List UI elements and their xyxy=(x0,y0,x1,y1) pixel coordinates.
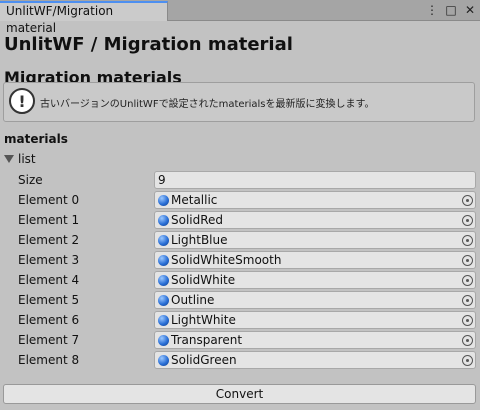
window-tab-bar: UnlitWF/Migration material ⋮ □ ✕ xyxy=(0,0,480,35)
help-box: ! 古いバージョンのUnlitWFで設定されたmaterialsを最新版に変換し… xyxy=(3,82,475,122)
material-object-field[interactable]: SolidRed xyxy=(154,211,476,229)
object-picker-icon[interactable] xyxy=(462,235,473,246)
size-label: Size xyxy=(18,173,43,187)
element-label: Element 6 xyxy=(18,313,80,327)
window-tab[interactable]: UnlitWF/Migration material xyxy=(0,1,168,35)
element-label: Element 7 xyxy=(18,333,80,347)
object-picker-icon[interactable] xyxy=(462,335,473,346)
maximize-icon[interactable]: □ xyxy=(445,3,457,17)
material-icon xyxy=(158,195,169,206)
object-picker-icon[interactable] xyxy=(462,215,473,226)
material-object-field[interactable]: Metallic xyxy=(154,191,476,209)
material-name: LightWhite xyxy=(171,313,236,327)
object-picker-icon[interactable] xyxy=(462,355,473,366)
foldout-arrow-icon[interactable] xyxy=(4,155,14,163)
element-label: Element 1 xyxy=(18,213,80,227)
material-icon xyxy=(158,275,169,286)
material-icon xyxy=(158,215,169,226)
convert-button[interactable]: Convert xyxy=(3,384,476,404)
material-icon xyxy=(158,335,169,346)
material-name: Outline xyxy=(171,293,215,307)
object-picker-icon[interactable] xyxy=(462,295,473,306)
element-label: Element 5 xyxy=(18,293,80,307)
element-row: Element 4 SolidWhite xyxy=(0,270,480,290)
material-object-field[interactable]: SolidWhiteSmooth xyxy=(154,251,476,269)
list-foldout[interactable]: list xyxy=(4,152,36,166)
size-value: 9 xyxy=(158,173,166,187)
material-name: LightBlue xyxy=(171,233,228,247)
material-name: Metallic xyxy=(171,193,218,207)
element-label: Element 4 xyxy=(18,273,80,287)
object-picker-icon[interactable] xyxy=(462,255,473,266)
material-name: SolidWhiteSmooth xyxy=(171,253,282,267)
material-name: SolidRed xyxy=(171,213,224,227)
material-object-field[interactable]: Outline xyxy=(154,291,476,309)
menu-icon[interactable]: ⋮ xyxy=(426,3,438,17)
material-icon xyxy=(158,235,169,246)
object-picker-icon[interactable] xyxy=(462,315,473,326)
material-object-field[interactable]: Transparent xyxy=(154,331,476,349)
element-row: Element 5 Outline xyxy=(0,290,480,310)
inspector-content: UnlitWF / Migration material Migration m… xyxy=(0,22,480,410)
element-row: Element 0 Metallic xyxy=(0,190,480,210)
window-controls: ⋮ □ ✕ xyxy=(426,2,476,18)
page-title: UnlitWF / Migration material xyxy=(4,34,293,55)
element-label: Element 3 xyxy=(18,253,80,267)
material-icon xyxy=(158,315,169,326)
material-object-field[interactable]: SolidGreen xyxy=(154,351,476,369)
element-row: Element 6 LightWhite xyxy=(0,310,480,330)
help-text: 古いバージョンのUnlitWFで設定されたmaterialsを最新版に変換します… xyxy=(40,99,375,110)
element-row: Element 3 SolidWhiteSmooth xyxy=(0,250,480,270)
materials-label: materials xyxy=(4,132,68,146)
element-row: Element 1 SolidRed xyxy=(0,210,480,230)
size-row: Size 9 xyxy=(0,170,480,190)
material-object-field[interactable]: SolidWhite xyxy=(154,271,476,289)
material-icon xyxy=(158,355,169,366)
element-row: Element 7 Transparent xyxy=(0,330,480,350)
material-icon xyxy=(158,295,169,306)
object-picker-icon[interactable] xyxy=(462,195,473,206)
close-icon[interactable]: ✕ xyxy=(464,3,476,17)
element-row: Element 2 LightBlue xyxy=(0,230,480,250)
element-label: Element 0 xyxy=(18,193,80,207)
element-row: Element 8 SolidGreen xyxy=(0,350,480,370)
element-label: Element 2 xyxy=(18,233,80,247)
material-object-field[interactable]: LightBlue xyxy=(154,231,476,249)
material-name: Transparent xyxy=(171,333,243,347)
material-object-field[interactable]: LightWhite xyxy=(154,311,476,329)
list-label: list xyxy=(18,152,36,166)
info-icon: ! xyxy=(9,88,35,114)
element-label: Element 8 xyxy=(18,353,80,367)
material-name: SolidGreen xyxy=(171,353,237,367)
material-name: SolidWhite xyxy=(171,273,236,287)
object-picker-icon[interactable] xyxy=(462,275,473,286)
material-icon xyxy=(158,255,169,266)
size-field[interactable]: 9 xyxy=(154,171,476,189)
